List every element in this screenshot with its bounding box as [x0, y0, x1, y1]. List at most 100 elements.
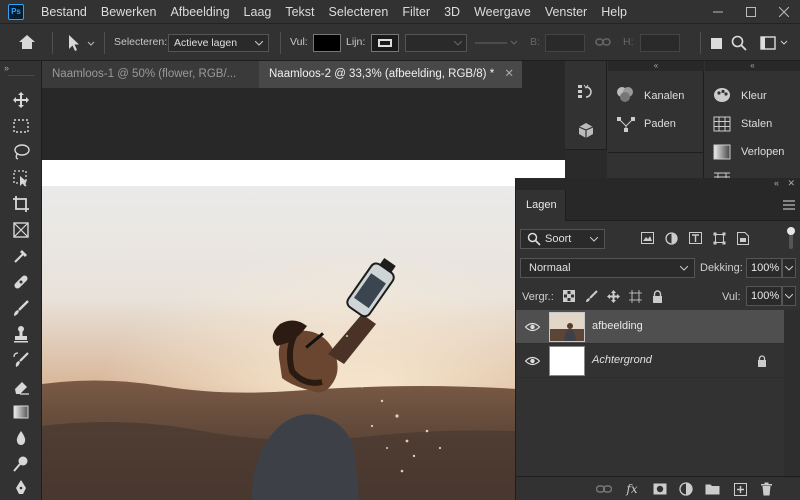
menu-3d[interactable]: 3D [437, 5, 467, 19]
filter-toggle[interactable] [786, 227, 796, 249]
collapse-panel-icon[interactable]: « [608, 61, 704, 71]
tab-lagen[interactable]: Lagen [516, 190, 566, 221]
channels-panel-tab[interactable]: Kanalen [644, 90, 684, 102]
new-layer-button[interactable] [732, 481, 748, 497]
layers-scrollbar[interactable] [784, 310, 800, 478]
object-selection-tool[interactable] [10, 167, 32, 189]
menu-venster[interactable]: Venster [538, 5, 594, 19]
width-field[interactable] [545, 34, 585, 52]
collapse-panel-icon[interactable]: « [705, 61, 800, 71]
stroke-type-dropdown[interactable] [473, 34, 521, 52]
clone-stamp-tool[interactable] [10, 323, 32, 345]
workspace-button[interactable] [760, 36, 790, 53]
swatches-panel-tab[interactable]: Stalen [741, 118, 772, 130]
document-canvas[interactable] [42, 88, 565, 500]
visibility-eye-icon[interactable] [524, 320, 540, 334]
healing-brush-tool[interactable] [10, 271, 32, 293]
fill-opacity-field[interactable]: 100% [746, 286, 782, 306]
add-mask-button[interactable] [652, 482, 668, 496]
eyedropper-tool[interactable] [10, 245, 32, 267]
stroke-width-field[interactable] [405, 34, 467, 52]
menu-selecteren[interactable]: Selecteren [322, 5, 396, 19]
lock-label: Vergr.: [522, 291, 554, 303]
close-window-button[interactable] [767, 0, 800, 23]
menu-bestand[interactable]: Bestand [34, 5, 94, 19]
filter-pixel-icon[interactable] [640, 231, 654, 245]
layer-row-afbeelding[interactable]: afbeelding [516, 310, 784, 344]
link-dimensions-button[interactable] [595, 36, 611, 51]
brush-tool[interactable] [10, 297, 32, 319]
collapse-panel-icon[interactable]: « [774, 178, 779, 188]
3d-panel-button[interactable] [577, 121, 595, 142]
menu-afbeelding[interactable]: Afbeelding [163, 5, 236, 19]
dodge-tool[interactable] [10, 453, 32, 475]
fill-slider-button[interactable] [782, 286, 796, 306]
gradients-panel-tab[interactable]: Verlopen [741, 146, 784, 158]
maximize-button[interactable] [734, 0, 767, 23]
layer-thumbnail [549, 346, 585, 376]
opacity-slider-button[interactable] [782, 258, 796, 278]
menu-tekst[interactable]: Tekst [278, 5, 321, 19]
minimize-button[interactable] [701, 0, 734, 23]
filter-type-icon[interactable] [688, 231, 702, 245]
marquee-tool[interactable] [10, 115, 32, 137]
filter-adjustment-icon[interactable] [664, 231, 678, 245]
layer-row-achtergrond[interactable]: Achtergrond [516, 344, 784, 378]
fill-swatch[interactable] [313, 34, 341, 52]
lock-transparency-icon[interactable] [562, 289, 576, 303]
delete-layer-button[interactable] [758, 481, 774, 497]
menu-laag[interactable]: Laag [237, 5, 279, 19]
chevron-down-icon [454, 41, 462, 46]
lock-pixels-icon[interactable] [584, 289, 598, 303]
select-dropdown[interactable]: Actieve lagen [168, 34, 269, 52]
close-panel-icon[interactable]: ✕ [787, 178, 795, 189]
search-button[interactable] [731, 35, 747, 54]
filter-shape-icon[interactable] [712, 231, 726, 245]
move-tool-preset-button[interactable] [66, 34, 96, 55]
adjustment-layer-button[interactable] [678, 481, 694, 497]
droplet-icon [16, 431, 26, 445]
layers-panel-title: Lagen [526, 199, 557, 211]
collapse-tools-icon[interactable]: » [4, 63, 9, 73]
crop-tool[interactable] [10, 193, 32, 215]
menu-filter[interactable]: Filter [395, 5, 437, 19]
blur-tool[interactable] [10, 427, 32, 449]
stroke-swatch[interactable] [371, 34, 399, 52]
move-tool[interactable] [10, 89, 32, 111]
eraser-tool[interactable] [10, 375, 32, 397]
color-panel-tab[interactable]: Kleur [741, 90, 767, 102]
pen-tool[interactable] [10, 477, 32, 499]
tab-naamloos-1[interactable]: Naamloos-1 @ 50% (flower, RGB/... [42, 61, 259, 88]
panel-menu-button[interactable] [783, 200, 795, 213]
height-field[interactable] [640, 34, 680, 52]
menu-help[interactable]: Help [594, 5, 634, 19]
link-layers-button[interactable] [596, 482, 612, 496]
gradient-tool[interactable] [10, 401, 32, 423]
frame-tool[interactable] [10, 219, 32, 241]
path-operations-icon[interactable] [711, 38, 722, 49]
layer-style-button[interactable]: fx [624, 481, 640, 497]
maximize-icon [745, 6, 756, 17]
history-brush-tool[interactable] [10, 349, 32, 371]
menu-weergave[interactable]: Weergave [467, 5, 538, 19]
visibility-eye-icon[interactable] [524, 354, 540, 368]
lasso-tool[interactable] [10, 141, 32, 163]
layer-name: afbeelding [592, 320, 643, 332]
filter-smart-object-icon[interactable] [736, 231, 750, 245]
swatches-icon [713, 116, 731, 135]
tab-naamloos-2[interactable]: Naamloos-2 @ 33,3% (afbeelding, RGB/8) *… [259, 61, 522, 88]
close-tab-icon[interactable]: ✕ [504, 61, 514, 88]
new-group-button[interactable] [704, 482, 720, 496]
lock-position-icon[interactable] [606, 289, 620, 303]
history-panel-button[interactable] [577, 83, 595, 104]
lock-all-icon[interactable] [650, 289, 664, 303]
blend-mode-dropdown[interactable]: Normaal [520, 258, 695, 278]
opacity-field[interactable]: 100% [746, 258, 782, 278]
paths-panel-tab[interactable]: Paden [644, 118, 676, 130]
layer-filter-dropdown[interactable]: Soort [520, 229, 605, 249]
home-button[interactable] [18, 34, 36, 53]
history-icon [578, 84, 592, 98]
lock-artboard-icon[interactable] [628, 289, 642, 303]
width-label: B: [530, 36, 540, 48]
menu-bewerken[interactable]: Bewerken [94, 5, 164, 19]
